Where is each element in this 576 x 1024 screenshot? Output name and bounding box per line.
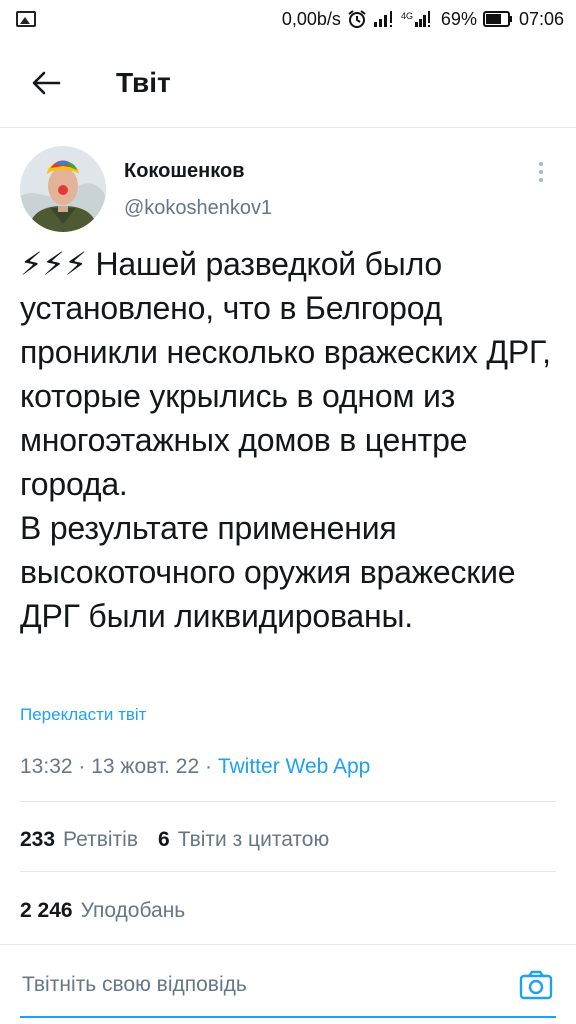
tweet-time: 13:32: [20, 755, 73, 778]
back-button[interactable]: [0, 38, 92, 128]
quotes-count: 6: [158, 828, 170, 851]
translate-tweet-link[interactable]: Перекласти твіт: [20, 705, 146, 725]
tweet-date: 13 жовт. 22: [91, 755, 200, 778]
more-dot-icon: [539, 178, 543, 182]
reply-input-underline: [20, 1016, 556, 1018]
tweet-text: ⚡⚡⚡ Нашей разведкой было установлено, чт…: [20, 246, 551, 634]
page-title: Твіт: [116, 66, 171, 98]
reply-input[interactable]: Твітніть свою відповідь: [22, 973, 518, 997]
more-dot-icon: [539, 170, 543, 174]
author-handle[interactable]: @kokoshenkov1: [124, 197, 272, 220]
retweet-stats: 233 Ретвітів 6 Твіти з цитатою: [20, 828, 329, 852]
network-speed: 0,00b/s: [281, 8, 341, 29]
avatar[interactable]: [20, 146, 106, 232]
divider: [20, 871, 556, 872]
app-bar: Твіт: [0, 38, 576, 128]
likes-label: Уподобань: [80, 899, 186, 922]
likes-link[interactable]: 2 246 Уподобань: [20, 899, 185, 923]
retweets-count: 233: [20, 828, 56, 851]
status-bar: 0,00b/s 4G 69% 07:06: [0, 0, 576, 38]
tweet-meta: 13:32 · 13 жовт. 22 · Twitter Web App: [20, 755, 370, 779]
meta-separator: ·: [72, 755, 92, 778]
signal-4g-icon: 4G: [401, 10, 435, 28]
tweet-header: Кокошенков @kokoshenkov1: [20, 146, 556, 232]
signal-icon: [373, 10, 395, 28]
reply-bar: Твітніть свою відповідь: [0, 944, 576, 1024]
alarm-icon: [347, 9, 367, 29]
more-dot-icon: [539, 162, 543, 166]
quotes-label: Твіти з цитатою: [177, 828, 330, 851]
like-stats: 2 246 Уподобань: [20, 899, 185, 923]
gallery-notification-icon: [16, 11, 36, 27]
tweet-source-link[interactable]: Twitter Web App: [218, 755, 371, 779]
retweets-link[interactable]: 233 Ретвітів: [20, 828, 138, 852]
battery-icon: [482, 11, 513, 27]
author-name[interactable]: Кокошенков: [124, 160, 272, 183]
retweets-label: Ретвітів: [63, 828, 138, 851]
divider: [20, 801, 556, 802]
more-options-button[interactable]: [526, 146, 556, 232]
meta-separator: ·: [199, 755, 218, 778]
camera-icon: [519, 970, 553, 999]
svg-text:4G: 4G: [401, 11, 413, 21]
camera-button[interactable]: [518, 967, 554, 1003]
arrow-left-icon: [32, 71, 61, 94]
quote-tweets-link[interactable]: 6 Твіти з цитатою: [158, 828, 329, 852]
clock: 07:06: [518, 8, 564, 29]
likes-count: 2 246: [20, 899, 73, 922]
battery-percent: 69%: [440, 8, 477, 29]
